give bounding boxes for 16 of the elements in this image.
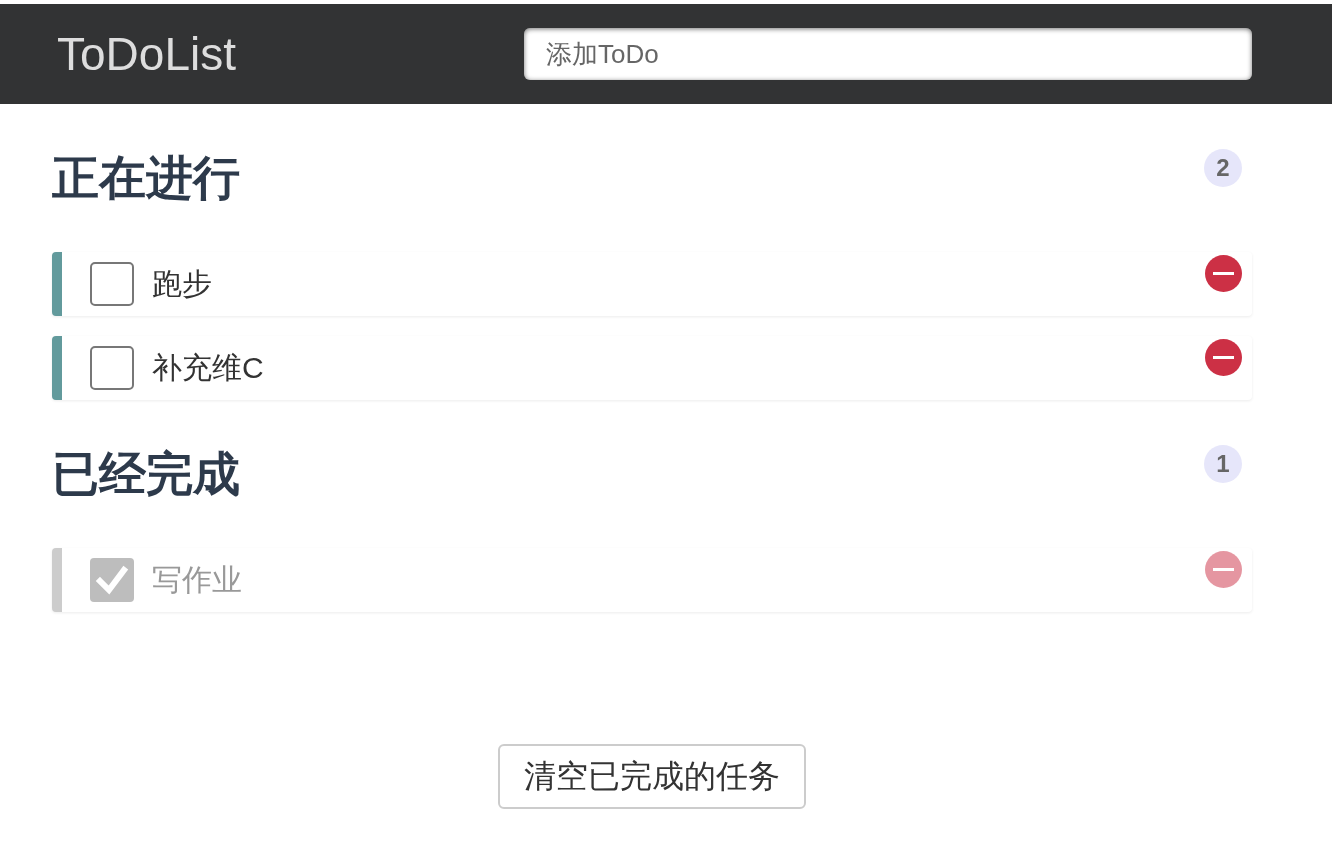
minus-circle-icon[interactable]	[1205, 551, 1242, 588]
minus-circle-icon[interactable]	[1205, 339, 1242, 376]
minus-circle-icon[interactable]	[1205, 255, 1242, 292]
checkbox[interactable]	[90, 558, 134, 602]
section-title: 正在进行	[52, 150, 240, 206]
todo-text: 补充维C	[152, 349, 265, 386]
app-title: ToDoList	[57, 31, 236, 77]
new-todo-field[interactable]: 添加ToDo	[524, 28, 1252, 80]
count-badge: 2	[1204, 149, 1242, 187]
todo-text: 写作业	[152, 561, 243, 598]
todo-text: 跑步	[152, 265, 213, 302]
section-title: 已经完成	[52, 446, 240, 502]
clear-completed-button[interactable]: 清空已完成的任务	[498, 744, 806, 809]
checkbox[interactable]	[90, 262, 134, 306]
checkbox[interactable]	[90, 346, 134, 390]
count-badge: 1	[1204, 445, 1242, 483]
